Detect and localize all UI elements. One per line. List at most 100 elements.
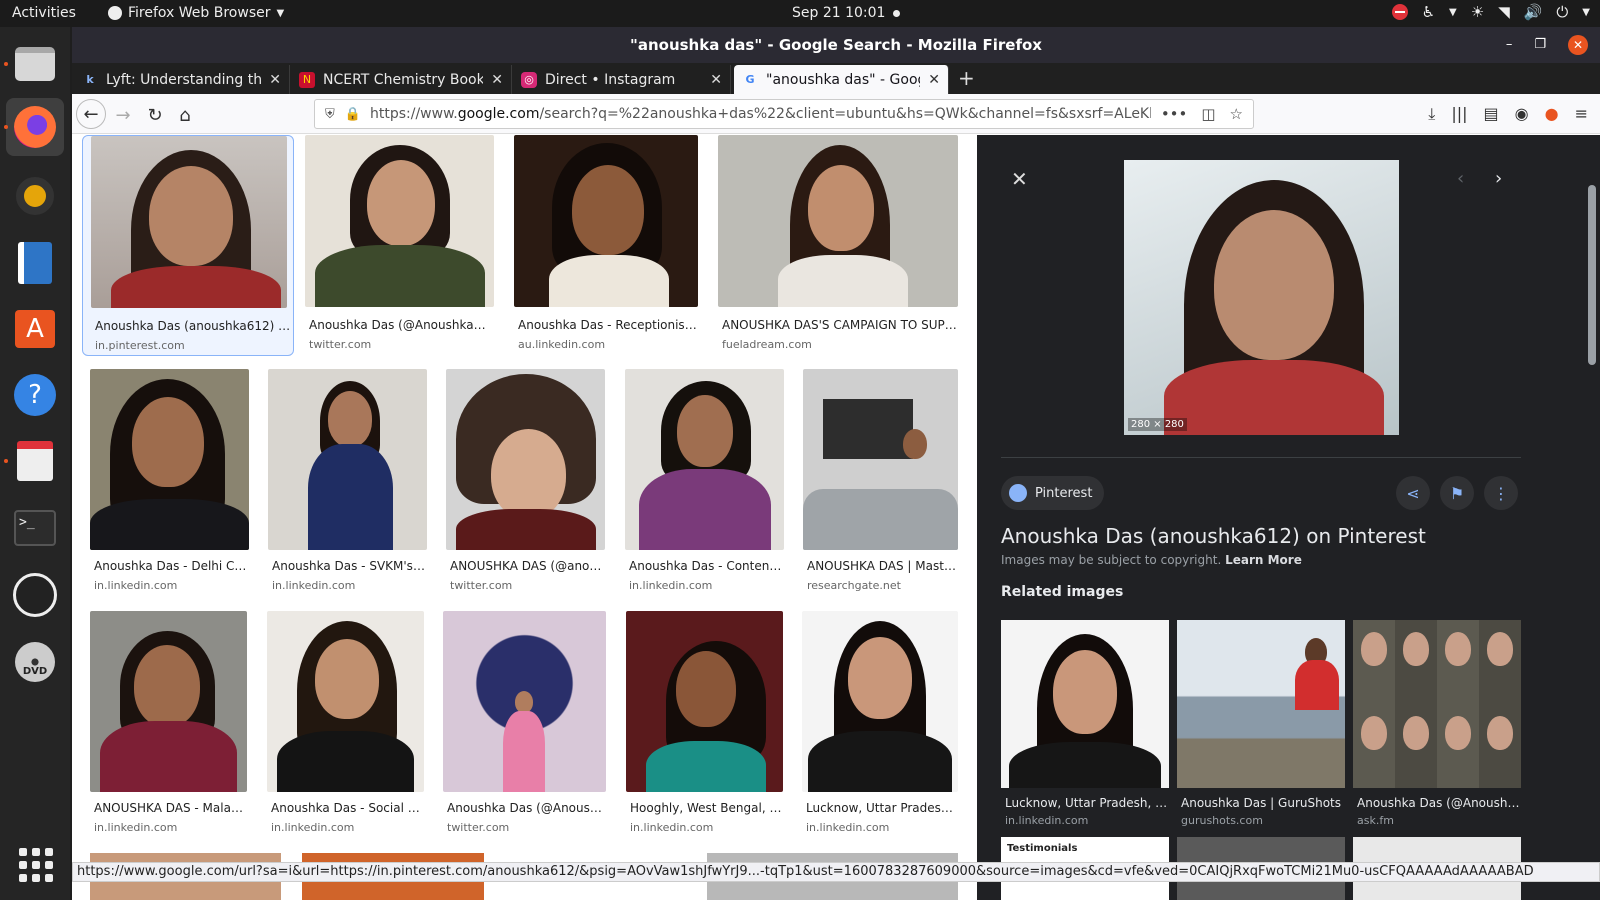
forward-arrow-icon[interactable]: → xyxy=(110,102,136,128)
result-title[interactable]: Lucknow, Uttar Pradesh, I... xyxy=(806,801,958,815)
result-thumbnail[interactable] xyxy=(267,611,424,792)
related-image-card[interactable]: Lucknow, Uttar Pradesh, Indi... in.linke… xyxy=(1001,620,1169,827)
chevron-left-icon[interactable]: ‹ xyxy=(1457,168,1464,189)
dvd-icon[interactable]: DVD xyxy=(12,639,58,685)
result-title[interactable]: ANOUSHKA DAS | Master o... xyxy=(807,559,958,573)
software-icon[interactable]: A xyxy=(12,306,58,352)
result-card[interactable]: Anoushka Das (anoushka612) on... in.pint… xyxy=(82,135,294,356)
back-arrow-icon[interactable]: ← xyxy=(76,99,106,129)
tab-ncert[interactable]: N NCERT Chemistry Books ✕ xyxy=(291,65,512,94)
result-title[interactable]: Anoushka Das - Content ... xyxy=(629,559,784,573)
related-thumbnail[interactable] xyxy=(1177,620,1345,788)
result-card[interactable]: Anoushka Das (@AnoushkaDas... twitter.co… xyxy=(305,135,494,356)
related-title[interactable]: Anoushka Das (@Anoushka... xyxy=(1353,796,1521,810)
minimize-icon[interactable]: – xyxy=(1506,27,1513,63)
result-card[interactable]: ANOUSHKA DAS (@anous... twitter.com xyxy=(446,369,605,594)
power-icon[interactable]: ⏻ xyxy=(1556,3,1568,21)
lock-icon[interactable]: 🔒 xyxy=(345,107,361,122)
result-title[interactable]: ANOUSHKA DAS'S CAMPAIGN TO SUPPO... xyxy=(722,318,958,332)
result-title[interactable]: Anoushka Das (@AnoushkaDas... xyxy=(309,318,494,332)
result-thumbnail[interactable] xyxy=(446,369,605,550)
close-icon[interactable]: ✕ xyxy=(1011,167,1028,191)
result-card[interactable]: ANOUSHKA DAS'S CAMPAIGN TO SUPPO... fuel… xyxy=(718,135,958,356)
obs-icon[interactable] xyxy=(12,572,58,618)
tab-instagram[interactable]: ◎ Direct • Instagram ✕ xyxy=(513,65,731,94)
related-thumbnail[interactable] xyxy=(1353,620,1521,788)
tab-google-search[interactable]: G "anoushka das" - Google ✕ xyxy=(734,65,949,94)
url-bar[interactable]: ⛨ 🔒 https://www.google.com/search?q=%22a… xyxy=(314,99,1254,129)
result-title[interactable]: Anoushka Das - Social Me... xyxy=(271,801,424,815)
related-title[interactable]: Anoushka Das | GuruShots xyxy=(1177,796,1345,810)
reload-icon[interactable]: ↻ xyxy=(142,102,168,128)
activities-button[interactable]: Activities xyxy=(12,5,76,21)
home-icon[interactable]: ⌂ xyxy=(172,102,198,128)
do-not-disturb-icon[interactable] xyxy=(1391,4,1408,20)
bookmark-icon[interactable]: ⚑ xyxy=(1440,476,1474,510)
result-thumbnail[interactable] xyxy=(90,611,247,792)
result-thumbnail[interactable] xyxy=(625,369,784,550)
system-tray[interactable]: ♿ ▼ ☀ ◥ 🔊 ⏻ ▼ xyxy=(1391,3,1590,21)
result-thumbnail[interactable] xyxy=(305,135,494,307)
result-card[interactable]: Anoushka Das - SVKM's N... in.linkedin.c… xyxy=(268,369,427,594)
result-card[interactable]: Anoushka Das - Delhi Coll... in.linkedin… xyxy=(90,369,249,594)
tab-close-icon[interactable]: ✕ xyxy=(710,72,722,88)
preview-title[interactable]: Anoushka Das (anoushka612) on Pinterest xyxy=(1001,524,1426,548)
result-title[interactable]: Anoushka Das - SVKM's N... xyxy=(272,559,427,573)
help-icon[interactable]: ? xyxy=(12,372,58,418)
menu-icon[interactable]: ≡ xyxy=(1575,104,1588,124)
result-card[interactable]: Anoushka Das - Content ... in.linkedin.c… xyxy=(625,369,784,594)
terminal-icon[interactable]: >_ xyxy=(12,505,58,551)
more-vert-icon[interactable]: ⋮ xyxy=(1484,476,1518,510)
result-thumbnail[interactable] xyxy=(626,611,783,792)
extension-icon[interactable]: ● xyxy=(1545,104,1559,124)
volume-icon[interactable]: 🔊 xyxy=(1524,3,1543,21)
learn-more-link[interactable]: Learn More xyxy=(1225,553,1302,567)
result-title[interactable]: ANOUSHKA DAS (@anous... xyxy=(450,559,605,573)
page-actions-icon[interactable]: ••• xyxy=(1161,105,1188,123)
library-icon[interactable]: ||| xyxy=(1451,104,1467,124)
tab-close-icon[interactable]: ✕ xyxy=(269,72,281,88)
result-thumbnail[interactable] xyxy=(90,369,249,550)
result-thumbnail[interactable] xyxy=(718,135,958,307)
result-card[interactable]: Anoushka Das (@Anoushk... twitter.com xyxy=(443,611,606,836)
result-title[interactable]: ANOUSHKA DAS - Malapp... xyxy=(94,801,247,815)
result-thumbnail[interactable] xyxy=(802,611,958,792)
related-image-card[interactable]: Anoushka Das | GuruShots gurushots.com xyxy=(1177,620,1345,827)
screenshot-tool-icon[interactable] xyxy=(12,438,58,484)
result-title[interactable]: Anoushka Das - Receptionist - ... xyxy=(518,318,698,332)
result-thumbnail[interactable] xyxy=(443,611,606,792)
brightness-icon[interactable]: ☀ xyxy=(1471,3,1484,21)
tab-close-icon[interactable]: ✕ xyxy=(491,72,503,88)
result-title[interactable]: Anoushka Das (anoushka612) on... xyxy=(95,319,291,333)
shield-icon[interactable]: ⛨ xyxy=(325,107,335,122)
show-applications-icon[interactable] xyxy=(19,848,53,882)
result-card[interactable]: Anoushka Das - Social Me... in.linkedin.… xyxy=(267,611,424,836)
download-icon[interactable]: ⤓ xyxy=(1428,104,1435,124)
result-card[interactable]: ANOUSHKA DAS | Master o... researchgate.… xyxy=(803,369,958,594)
result-card[interactable]: Anoushka Das - Receptionist - ... au.lin… xyxy=(514,135,698,356)
writer-icon[interactable] xyxy=(12,240,58,286)
wifi-icon[interactable]: ◥ xyxy=(1498,3,1510,21)
related-image-card[interactable]: Anoushka Das (@Anoushka... ask.fm xyxy=(1353,620,1521,827)
result-card[interactable]: ANOUSHKA DAS - Malapp... in.linkedin.com xyxy=(90,611,247,836)
maximize-icon[interactable]: ❐ xyxy=(1534,27,1546,63)
tab-close-icon[interactable]: ✕ xyxy=(928,72,940,88)
share-icon[interactable]: ⋖ xyxy=(1396,476,1430,510)
related-title[interactable]: Lucknow, Uttar Pradesh, Indi... xyxy=(1001,796,1169,810)
chevron-right-icon[interactable]: › xyxy=(1495,168,1502,189)
result-thumbnail[interactable] xyxy=(268,369,427,550)
app-menu[interactable]: Firefox Web Browser ▼ xyxy=(108,5,284,21)
accessibility-icon[interactable]: ♿ xyxy=(1422,3,1435,21)
source-site-chip[interactable]: Pinterest xyxy=(1001,476,1105,510)
pocket-icon[interactable]: ◫ xyxy=(1201,105,1215,123)
scrollbar-thumb[interactable] xyxy=(1588,185,1596,365)
result-thumbnail[interactable] xyxy=(91,136,287,308)
result-thumbnail[interactable] xyxy=(803,369,958,550)
tab-lyft[interactable]: k Lyft: Understanding the ✕ xyxy=(74,65,290,94)
firefox-icon[interactable] xyxy=(6,98,64,156)
page-scrollbar[interactable] xyxy=(1542,135,1600,900)
preview-image[interactable]: 280 × 280 xyxy=(1124,160,1399,435)
result-card[interactable]: Hooghly, West Bengal, Ind... in.linkedin… xyxy=(626,611,783,836)
result-title[interactable]: Hooghly, West Bengal, Ind... xyxy=(630,801,783,815)
files-icon[interactable] xyxy=(12,41,58,87)
